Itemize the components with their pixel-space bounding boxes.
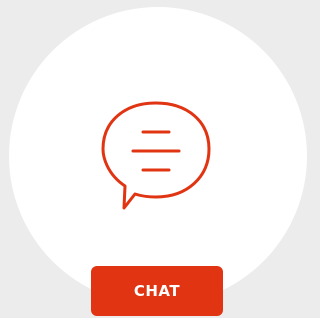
chat-bubble-icon: [101, 101, 211, 210]
chat-button[interactable]: CHAT: [91, 266, 223, 316]
